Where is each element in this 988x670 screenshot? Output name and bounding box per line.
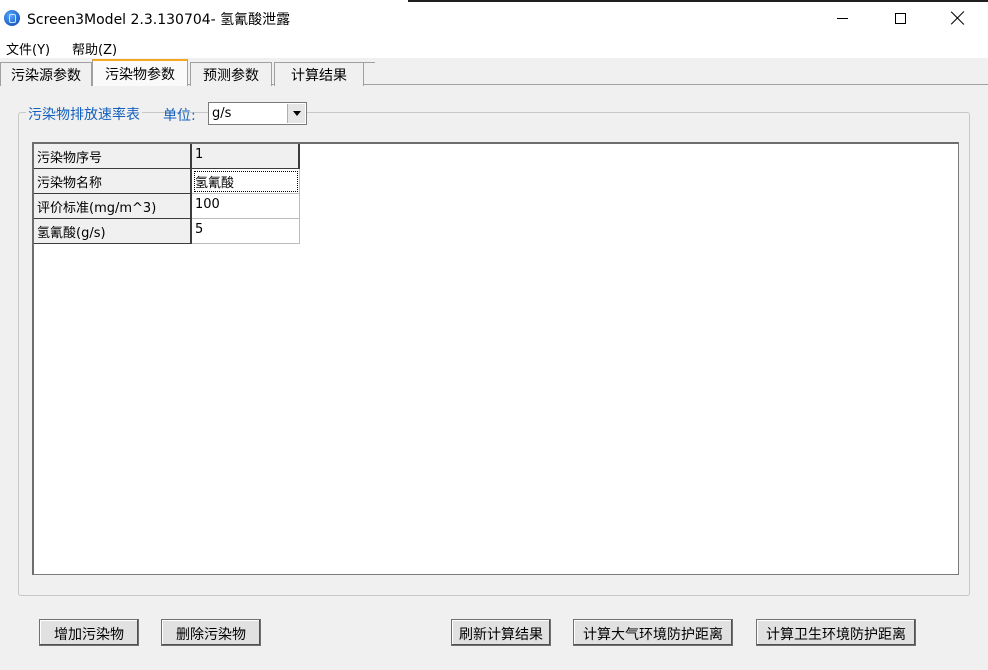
delete-pollutant-button[interactable]: 删除污染物 [161, 619, 261, 646]
tab-pollutant-params[interactable]: 污染物参数 [92, 59, 188, 86]
minimize-icon [836, 17, 848, 19]
chevron-down-icon[interactable] [287, 104, 305, 123]
menu-file[interactable]: 文件(Y) [6, 39, 50, 58]
atmospheric-protection-distance-button[interactable]: 计算大气环境防护距离 [573, 619, 733, 646]
grid-cell[interactable]: 1 [192, 144, 300, 169]
grid-row: 氢氰酸(g/s) 5 [34, 219, 300, 244]
grid-row: 评价标准(mg/m^3) 100 [34, 194, 300, 219]
window-title: Screen3Model 2.3.130704- 氢氰酸泄露 [27, 12, 291, 28]
grid-row-header: 氢氰酸(g/s) [34, 219, 192, 244]
grid-cell[interactable]: 氢氰酸 [192, 169, 300, 194]
pollutant-grid[interactable]: 污染物序号 1 污染物名称 氢氰酸 评价标准(mg/m^3) 100 氢氰酸(g… [32, 142, 959, 575]
sanitary-protection-distance-button[interactable]: 计算卫生环境防护距离 [756, 619, 916, 646]
maximize-icon [894, 12, 906, 24]
tab-calculation-results[interactable]: 计算结果 [274, 62, 375, 86]
maximize-button[interactable] [871, 0, 929, 36]
refresh-results-button[interactable]: 刷新计算结果 [451, 619, 551, 646]
grid-row: 污染物名称 氢氰酸 [34, 169, 300, 194]
close-button[interactable] [929, 0, 987, 36]
grid-cell[interactable]: 5 [192, 219, 300, 244]
grid-cell[interactable]: 100 [192, 194, 300, 219]
menu-help[interactable]: 帮助(Z) [72, 39, 117, 58]
title-bar: Screen3Model 2.3.130704- 氢氰酸泄露 [0, 0, 988, 36]
grid-row-header: 污染物名称 [34, 169, 192, 194]
unit-select[interactable]: g/s [208, 102, 307, 125]
emission-rate-caption: 污染物排放速率表 [26, 104, 142, 124]
minimize-button[interactable] [813, 0, 871, 36]
menu-bar: 文件(Y) 帮助(Z) [0, 36, 988, 58]
add-pollutant-button[interactable]: 增加污染物 [39, 619, 139, 646]
app-globe-icon[interactable] [4, 10, 20, 26]
close-icon [951, 11, 965, 25]
unit-select-value: g/s [212, 106, 232, 121]
grid-row: 污染物序号 1 [34, 144, 300, 169]
unit-label: 单位: [163, 108, 196, 124]
tab-prediction-params[interactable]: 预测参数 [190, 62, 272, 86]
grid-row-header: 污染物序号 [34, 144, 192, 169]
tab-pollution-source[interactable]: 污染源参数 [0, 62, 92, 86]
grid-row-header: 评价标准(mg/m^3) [34, 194, 192, 219]
